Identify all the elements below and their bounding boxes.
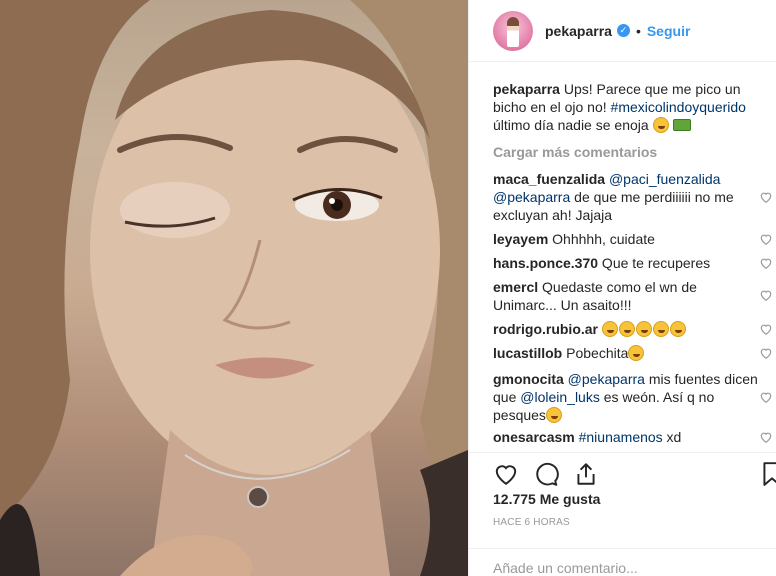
caption: pekaparra Ups! Parece que me pico un bic…	[493, 80, 763, 134]
rofl-emoji-icon	[618, 321, 635, 337]
comment-item: rodrigo.rubio.ar	[493, 320, 772, 338]
comment-item: onesarcasm #niunamenos xd	[493, 428, 772, 446]
follow-button[interactable]: Seguir	[647, 23, 691, 39]
like-comment-heart-icon[interactable]	[759, 232, 773, 246]
like-comment-heart-icon[interactable]	[759, 288, 773, 302]
verified-badge-icon: ✓	[616, 24, 630, 37]
comment-text: Que te recuperes	[598, 255, 711, 271]
bookmark-icon[interactable]	[759, 461, 776, 487]
comment-mention[interactable]: @pekaparra	[493, 189, 570, 205]
comment-hashtag[interactable]: #niunamenos	[579, 429, 663, 445]
money-emoji-icon	[673, 119, 692, 131]
avatar[interactable]	[493, 10, 533, 51]
rofl-emoji-icon	[545, 407, 562, 423]
sad-emoji-icon	[628, 345, 645, 361]
comment-username[interactable]: lucastillob	[493, 345, 562, 361]
comment-item: maca_fuenzalida @paci_fuenzalida @pekapa…	[493, 170, 772, 224]
comment-mention[interactable]: @pekaparra	[568, 371, 645, 387]
post-panel: pekaparra ✓ • Seguir pekaparra Ups! Pare…	[468, 0, 776, 576]
comment-username[interactable]: rodrigo.rubio.ar	[493, 321, 598, 337]
header-username[interactable]: pekaparra	[545, 23, 612, 39]
selfie-illustration	[0, 0, 468, 576]
comment-input[interactable]	[493, 549, 753, 576]
comment-mention[interactable]: @lolein_luks	[520, 389, 600, 405]
like-comment-heart-icon[interactable]	[759, 256, 773, 270]
comment-username[interactable]: leyayem	[493, 231, 548, 247]
load-more-comments-button[interactable]: Cargar más comentarios	[493, 144, 657, 160]
comment-text: Pobechita	[562, 345, 629, 361]
rofl-emoji-icon	[669, 321, 686, 337]
comment-username[interactable]: onesarcasm	[493, 429, 575, 445]
caption-hashtag[interactable]: #mexicolindoyquerido	[611, 99, 746, 115]
comment-icon[interactable]	[533, 461, 559, 487]
comment-username[interactable]: gmonocita	[493, 371, 564, 387]
caption-text-2: último día nadie se enoja	[493, 117, 653, 133]
comment-text: xd	[662, 429, 682, 445]
comment-item: hans.ponce.370 Que te recuperes	[493, 254, 772, 272]
comment-item: lucastillob Pobechita	[493, 344, 772, 362]
post-header: pekaparra ✓ • Seguir	[469, 0, 776, 62]
rofl-emoji-icon	[652, 321, 669, 337]
comment-username[interactable]: maca_fuenzalida	[493, 171, 605, 187]
grinning-emoji-icon	[652, 117, 669, 133]
comment-username[interactable]: emercl	[493, 279, 538, 295]
share-icon[interactable]	[573, 461, 599, 487]
like-comment-heart-icon[interactable]	[759, 190, 773, 204]
like-comment-heart-icon[interactable]	[759, 322, 773, 336]
rofl-emoji-icon	[635, 321, 652, 337]
caption-username[interactable]: pekaparra	[493, 81, 560, 97]
heart-icon[interactable]	[493, 461, 519, 487]
comment-mention[interactable]: @paci_fuenzalida	[609, 171, 721, 187]
like-comment-heart-icon[interactable]	[759, 430, 773, 444]
post-timestamp: HACE 6 HORAS	[493, 517, 570, 528]
like-comment-heart-icon[interactable]	[759, 390, 773, 404]
comment-username[interactable]: hans.ponce.370	[493, 255, 598, 271]
comment-item: gmonocita @pekaparra mis fuentes dicen q…	[493, 370, 772, 424]
header-separator: •	[635, 22, 641, 39]
rofl-emoji-icon	[601, 321, 618, 337]
add-comment-bar	[469, 548, 776, 576]
comment-text: Ohhhhh, cuidate	[548, 231, 655, 247]
post-photo[interactable]	[0, 0, 468, 576]
comment-item: emercl Quedaste como el wn de Unimarc...…	[493, 278, 772, 314]
comment-item: leyayem Ohhhhh, cuidate	[493, 230, 772, 248]
likes-count[interactable]: 12.775 Me gusta	[493, 491, 600, 507]
like-comment-heart-icon[interactable]	[759, 346, 773, 360]
